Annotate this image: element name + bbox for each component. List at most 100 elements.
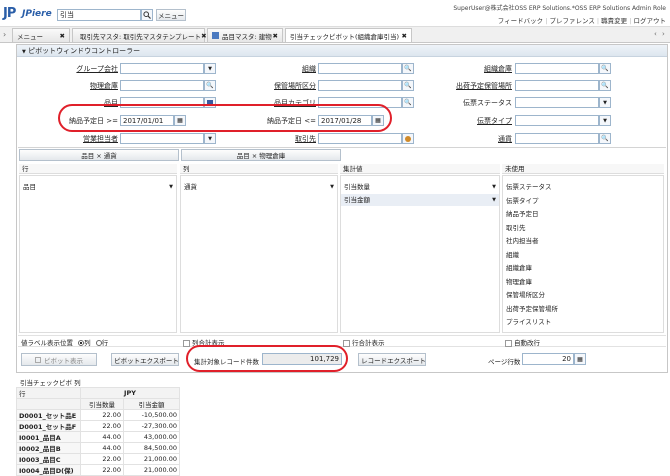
chevron-down-icon[interactable]: ▼ — [169, 181, 173, 193]
table-row: I0002_品目B 44.00 84,500.00 — [16, 442, 181, 454]
group-company-dropdown[interactable]: ▼ — [204, 63, 216, 74]
tab-menu-label: メニュー — [17, 32, 43, 41]
doc-type-field[interactable] — [515, 115, 599, 126]
column-total-checkbox[interactable] — [183, 339, 190, 347]
row-total-checkbox[interactable] — [343, 339, 350, 347]
sales-rep-dropdown[interactable]: ▼ — [204, 133, 216, 144]
physical-warehouse-label[interactable]: 物理倉庫 — [40, 81, 118, 91]
top-links: フィードバック | プレファレンス | 職責変更 | ログアウト — [498, 15, 666, 25]
logout-link[interactable]: ログアウト — [634, 17, 667, 25]
row-total-option[interactable]: 行合計表示 — [343, 337, 385, 347]
change-role-link[interactable]: 職責変更 — [601, 17, 627, 25]
preferences-link[interactable]: プレファレンス — [549, 17, 594, 25]
unused-field-item[interactable]: 物理倉庫 — [503, 276, 663, 288]
unused-field-item[interactable]: 伝票ステータス — [503, 181, 663, 193]
unused-field-item[interactable]: プライスリスト — [503, 316, 663, 328]
sales-rep-field[interactable] — [120, 133, 204, 144]
bp-label[interactable]: 取引先 — [236, 134, 316, 144]
preset-product-currency-button[interactable]: 品目 × 通貨 — [19, 149, 179, 161]
tab-bp-master[interactable]: 取引先マスタ: 取引先マスタテンプレート ✖ — [72, 28, 207, 42]
close-icon[interactable]: ✖ — [60, 32, 65, 40]
sales-rep-label[interactable]: 営業担当者 — [40, 134, 118, 144]
value-field-item[interactable]: 引当数量 ▼ — [341, 181, 499, 193]
physical-warehouse-search[interactable]: 🔍 — [204, 80, 216, 91]
unused-field-item[interactable]: 社内担当者 — [503, 235, 663, 247]
rows-dropzone[interactable] — [19, 175, 177, 333]
search-icon: 🔍 — [206, 82, 214, 89]
chevron-down-icon: ▼ — [603, 99, 607, 106]
close-icon[interactable]: ✖ — [273, 32, 278, 40]
physical-warehouse-field[interactable] — [120, 80, 204, 91]
auto-wrap-checkbox[interactable] — [505, 339, 512, 347]
close-icon[interactable]: ✖ — [201, 32, 206, 40]
chevron-down-icon[interactable]: ▼ — [330, 181, 334, 193]
chevron-down-icon[interactable]: ▼ — [492, 181, 496, 193]
close-icon[interactable]: ✖ — [402, 32, 407, 40]
tab-nav-left-icon[interactable]: ‹ — [654, 30, 657, 38]
unused-field-item[interactable]: 組織倉庫 — [503, 262, 663, 274]
window-icon — [212, 32, 219, 39]
doc-status-dropdown[interactable]: ▼ — [599, 97, 611, 108]
page-rows-picker[interactable]: ▦ — [574, 353, 586, 365]
product-category-search[interactable]: 🔍 — [402, 97, 414, 108]
sidebar-toggle-icon[interactable]: › — [3, 30, 6, 39]
ship-storage-search[interactable]: 🔍 — [599, 80, 611, 91]
bp-search[interactable] — [402, 133, 414, 144]
tab-pivot[interactable]: 引当チェックピボット(組織倉庫引当) ✖ — [285, 28, 412, 42]
org-warehouse-field[interactable] — [515, 63, 599, 74]
panel-header[interactable]: ▼ ピボットウィンドウコントローラー — [17, 45, 667, 57]
quantity-cell: 22.00 — [80, 453, 124, 465]
org-search[interactable]: 🔍 — [402, 63, 414, 74]
chevron-down-icon[interactable]: ▼ — [492, 194, 496, 206]
ship-storage-field[interactable] — [515, 80, 599, 91]
row-total-label: 行合計表示 — [352, 339, 385, 347]
unused-field-item[interactable]: 保管場所区分 — [503, 289, 663, 301]
bp-field[interactable] — [318, 133, 402, 144]
feedback-link[interactable]: フィードバック — [498, 17, 543, 25]
storage-area-search[interactable]: 🔍 — [402, 80, 414, 91]
search-button[interactable] — [141, 9, 153, 21]
unused-field-item[interactable]: 伝票タイプ — [503, 195, 663, 207]
tab-product-master[interactable]: 品目マスタ: 建物 ✖ — [207, 28, 283, 42]
auto-wrap-option[interactable]: 自動改行 — [505, 337, 540, 347]
org-warehouse-search[interactable]: 🔍 — [599, 63, 611, 74]
doc-status-field[interactable] — [515, 97, 599, 108]
table-row: I0001_品目A 44.00 43,000.00 — [16, 431, 181, 443]
row-field-item[interactable]: 品目 ▼ — [20, 181, 176, 193]
value-field-item[interactable]: 引当金額 ▼ — [341, 194, 499, 206]
tab-menu[interactable]: メニュー ✖ — [12, 28, 70, 42]
search-icon: 🔍 — [601, 135, 609, 142]
org-label[interactable]: 組織 — [236, 64, 316, 74]
page-rows-field[interactable] — [522, 353, 574, 365]
unused-field-item[interactable]: 取引先 — [503, 222, 663, 234]
amount-cell: 21,000.00 — [122, 464, 181, 476]
preset-product-warehouse-button[interactable]: 品目 × 物理倉庫 — [181, 149, 341, 161]
doc-type-dropdown[interactable]: ▼ — [599, 115, 611, 126]
unused-field-item[interactable]: 出荷予定保管場所 — [503, 303, 663, 315]
doc-type-label[interactable]: 伝票タイプ — [434, 116, 512, 126]
global-search-input[interactable] — [57, 9, 141, 21]
search-icon — [143, 11, 151, 19]
pivot-export-button[interactable]: ピボットエクスポート — [111, 353, 179, 366]
storage-area-label[interactable]: 保管場所区分 — [236, 81, 316, 91]
currency-label[interactable]: 通貨 — [434, 134, 512, 144]
group-company-field[interactable] — [120, 63, 204, 74]
unused-field-item[interactable]: 組織 — [503, 249, 663, 261]
row-label-cell: I0004_品目D(保) — [16, 464, 81, 476]
collapse-icon: ▼ — [22, 49, 26, 55]
ship-storage-label[interactable]: 出荷予定保管場所 — [434, 81, 512, 91]
column-field-item[interactable]: 通貨 ▼ — [181, 181, 337, 193]
tab-nav-right-icon[interactable]: › — [662, 30, 665, 38]
columns-dropzone[interactable] — [180, 175, 338, 333]
org-field[interactable] — [318, 63, 402, 74]
storage-area-field[interactable] — [318, 80, 402, 91]
currency-search[interactable]: 🔍 — [599, 133, 611, 144]
quantity-header: 引当数量 — [80, 398, 124, 410]
menu-button[interactable]: メニュー — [156, 9, 186, 21]
pivot-show-button[interactable]: ピボット表示 — [21, 353, 97, 366]
currency-field[interactable] — [515, 133, 599, 144]
org-warehouse-label[interactable]: 組織倉庫 — [434, 64, 512, 74]
unused-field-item[interactable]: 納品予定日 — [503, 208, 663, 220]
record-export-button[interactable]: レコードエクスポート — [358, 353, 426, 366]
group-company-label[interactable]: グループ会社 — [40, 64, 118, 74]
